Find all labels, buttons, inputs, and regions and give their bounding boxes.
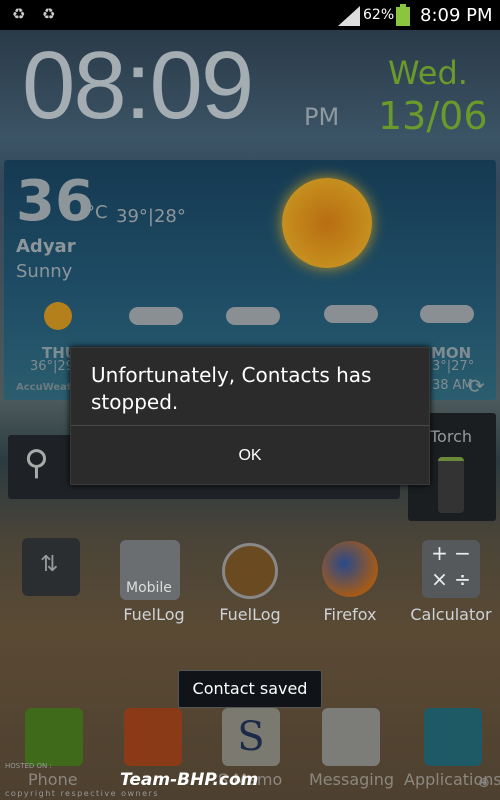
- high-low: 39°|28°: [116, 206, 186, 227]
- app-label: Firefox: [323, 605, 377, 624]
- clock-time: 08:09: [22, 32, 254, 139]
- updated-time: 38 AM: [432, 378, 473, 393]
- app-label: FuelLog: [123, 605, 185, 624]
- dock-label: Messaging: [309, 770, 395, 789]
- forecast-temps: 3°|27°: [432, 359, 475, 374]
- current-temp: 36: [16, 169, 94, 234]
- dialog-message: Unfortunately, Contacts has stopped.: [91, 363, 372, 414]
- status-bar: ♻ ♻ 62% 8:09 PM: [0, 0, 500, 30]
- s-memo-icon[interactable]: S: [222, 708, 280, 766]
- torch-label: Torch: [430, 427, 473, 446]
- contacts-icon[interactable]: [124, 708, 182, 766]
- zoom-icon: ⊕: [478, 775, 490, 791]
- flashlight-icon: [438, 457, 464, 513]
- app-sub-label: Mobile: [126, 580, 172, 596]
- firefox-icon[interactable]: [322, 541, 378, 597]
- status-time: 8:09 PM: [420, 5, 493, 26]
- dock-label: Phone: [28, 770, 78, 789]
- condition: Sunny: [16, 261, 73, 282]
- battery-percent: 62%: [363, 7, 395, 23]
- fuellog-mobile-icon[interactable]: Mobile: [120, 540, 180, 600]
- ok-button[interactable]: OK: [71, 426, 429, 486]
- recycle-icon: ♻: [12, 5, 26, 23]
- signal-icon: [338, 6, 360, 26]
- watermark-copyright: copyright respective owners: [5, 789, 159, 798]
- error-dialog: Unfortunately, Contacts has stopped. OK: [70, 347, 430, 485]
- temp-unit: °C: [86, 202, 108, 223]
- refresh-icon[interactable]: ⟳: [468, 374, 485, 398]
- battery-icon: [396, 4, 410, 26]
- thunder-rain-icon: [324, 305, 378, 323]
- search-icon: ⚲: [24, 443, 49, 483]
- watermark-hosted: HOSTED ON :: [5, 762, 52, 770]
- watermark-logo: Team-BHP.com: [120, 770, 259, 790]
- toast-message: Contact saved: [178, 670, 322, 708]
- applications-icon[interactable]: [424, 708, 482, 766]
- clock-date: 13/06: [378, 94, 488, 138]
- fuellog-icon[interactable]: [222, 543, 278, 599]
- clock-ampm: PM: [304, 103, 340, 131]
- sun-icon: [282, 178, 372, 268]
- recycle-icon: ♻: [42, 5, 56, 23]
- partly-sunny-icon: [44, 302, 72, 330]
- phone-icon[interactable]: [25, 708, 83, 766]
- app-label: FuelLog: [219, 605, 281, 624]
- cloud-icon: [226, 307, 280, 325]
- rain-icon: [420, 305, 474, 323]
- messaging-icon[interactable]: [322, 708, 380, 766]
- calculator-icon[interactable]: + − × ÷: [422, 540, 480, 598]
- app-label: Calculator: [410, 605, 492, 624]
- sync-toggle-icon[interactable]: ⇅: [22, 538, 80, 596]
- location: Adyar: [16, 236, 76, 257]
- clock-day: Wed.: [388, 54, 468, 92]
- cloud-icon: [129, 307, 183, 325]
